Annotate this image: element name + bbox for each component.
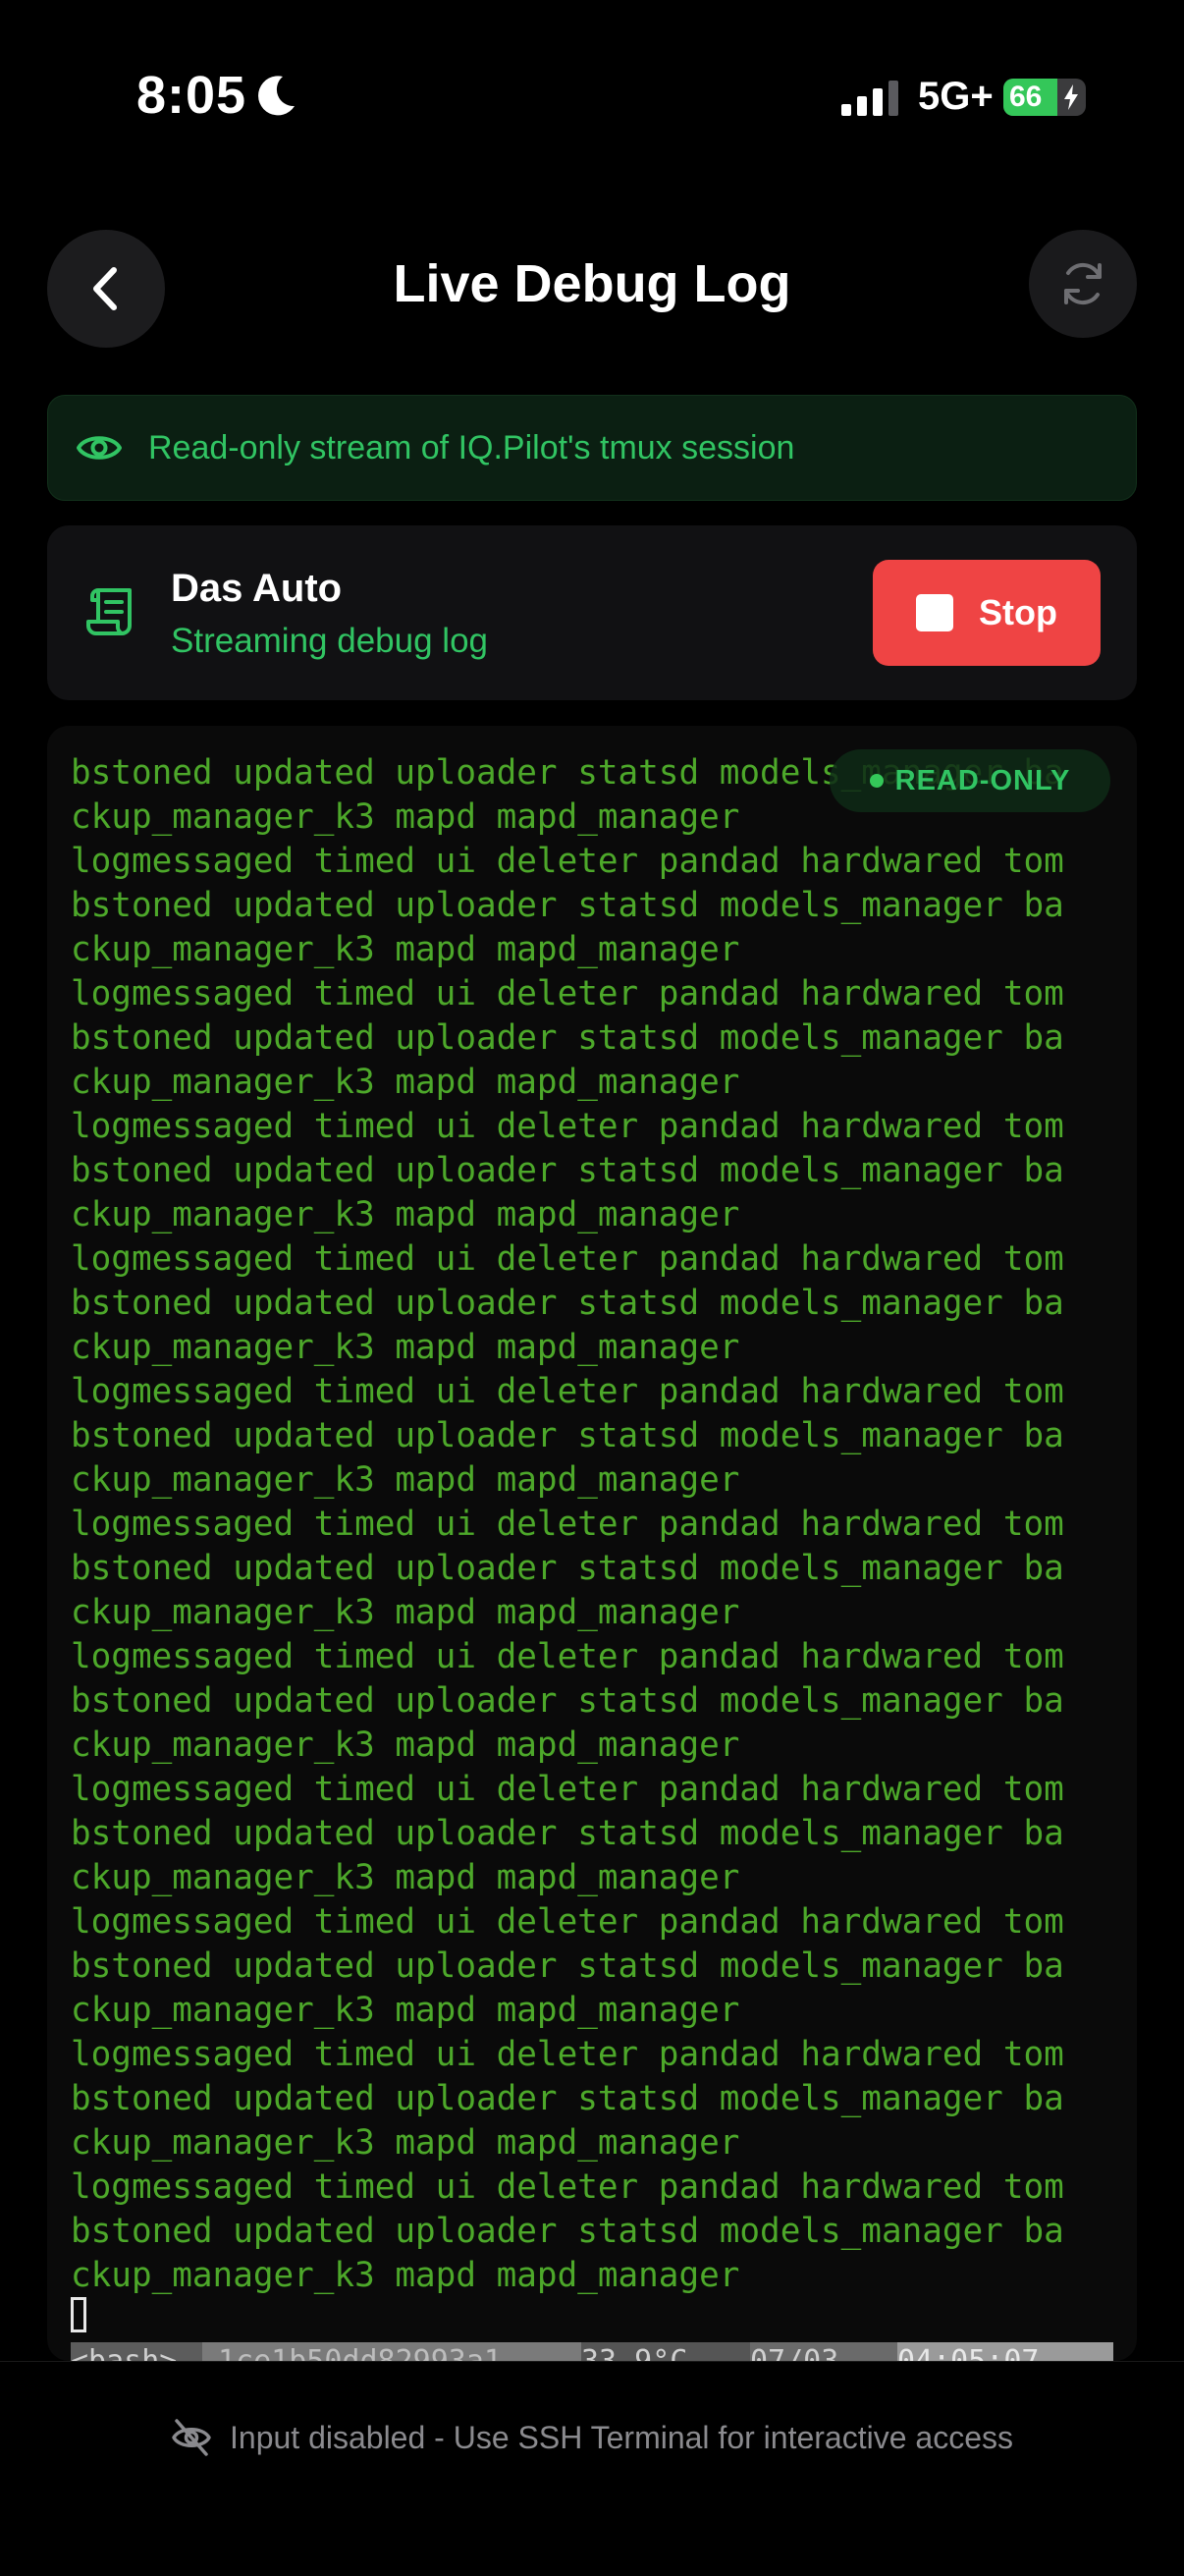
eye-off-icon	[172, 2419, 211, 2456]
page-title: Live Debug Log	[393, 254, 791, 313]
signal-icon	[841, 81, 898, 116]
terminal-output[interactable]: bstoned updated uploader statsd models_m…	[47, 726, 1137, 2361]
read-only-label: READ-ONLY	[894, 764, 1071, 796]
input-disabled-footer: Input disabled - Use SSH Terminal for in…	[0, 2361, 1184, 2576]
log-line: logmessaged timed ui deleter pandad hard…	[71, 1107, 1064, 1146]
tmux-session: <bash>	[71, 2342, 202, 2361]
read-only-badge: READ-ONLY	[830, 749, 1110, 812]
log-line: bstoned updated uploader statsd models_m…	[71, 2079, 1064, 2118]
log-line: logmessaged timed ui deleter pandad hard…	[71, 974, 1064, 1014]
tmux-temp: 33.9°C	[581, 2342, 750, 2361]
tmux-status-bar: <bash> 1ce1b50dd82993a1 33.9°C 07/03 04:…	[71, 2342, 1113, 2361]
charging-bolt-icon	[1064, 84, 1078, 110]
log-line: logmessaged timed ui deleter pandad hard…	[71, 1372, 1064, 1411]
log-line: bstoned updated uploader statsd models_m…	[71, 1946, 1064, 1986]
tmux-date: 07/03	[750, 2342, 897, 2361]
log-line: logmessaged timed ui deleter pandad hard…	[71, 1902, 1064, 1942]
terminal-cursor	[71, 2297, 86, 2332]
session-name: Das Auto	[171, 567, 343, 610]
log-line: bstoned updated uploader statsd models_m…	[71, 886, 1064, 925]
session-card: Das Auto Streaming debug log Stop	[47, 525, 1137, 700]
log-line: ckup_manager_k3 mapd mapd_manager	[71, 1063, 740, 1102]
log-line: logmessaged timed ui deleter pandad hard…	[71, 1239, 1064, 1279]
battery-nub	[1080, 90, 1085, 104]
live-dot	[869, 774, 884, 788]
eye-icon	[77, 436, 122, 460]
log-line: bstoned updated uploader statsd models_m…	[71, 1018, 1064, 1058]
stop-icon	[916, 594, 953, 631]
battery-icon: 66	[1003, 79, 1086, 116]
log-line: bstoned updated uploader statsd models_m…	[71, 1681, 1064, 1721]
log-line: ckup_manager_k3 mapd mapd_manager	[71, 2256, 740, 2295]
network-type: 5G+	[918, 75, 994, 118]
log-line: ckup_manager_k3 mapd mapd_manager	[71, 1328, 740, 1367]
log-line: bstoned updated uploader statsd models_m…	[71, 1284, 1064, 1323]
log-line: logmessaged timed ui deleter pandad hard…	[71, 1505, 1064, 1544]
log-line: logmessaged timed ui deleter pandad hard…	[71, 1770, 1064, 1809]
battery-percent: 66	[1009, 81, 1043, 113]
status-time: 8:05	[136, 66, 247, 125]
log-line: ckup_manager_k3 mapd mapd_manager	[71, 1858, 740, 1897]
log-line: ckup_manager_k3 mapd mapd_manager	[71, 1991, 740, 2030]
log-text: bstoned updated uploader statsd models_m…	[71, 751, 1113, 2298]
scroll-icon	[86, 588, 132, 635]
log-line: logmessaged timed ui deleter pandad hard…	[71, 2035, 1064, 2074]
moon-icon	[258, 76, 295, 116]
log-line: bstoned updated uploader statsd models_m…	[71, 2212, 1064, 2251]
log-line: ckup_manager_k3 mapd mapd_manager	[71, 1460, 740, 1500]
refresh-button[interactable]	[1029, 230, 1137, 338]
log-line: logmessaged timed ui deleter pandad hard…	[71, 842, 1064, 881]
log-line: ckup_manager_k3 mapd mapd_manager	[71, 2123, 740, 2163]
session-subtitle: Streaming debug log	[171, 622, 488, 660]
log-line: logmessaged timed ui deleter pandad hard…	[71, 1637, 1064, 1676]
stop-label: Stop	[979, 592, 1057, 632]
log-line: logmessaged timed ui deleter pandad hard…	[71, 2167, 1064, 2207]
banner-text: Read-only stream of IQ.Pilot's tmux sess…	[148, 429, 795, 466]
log-line: ckup_manager_k3 mapd mapd_manager	[71, 930, 740, 969]
footer-text: Input disabled - Use SSH Terminal for in…	[230, 2419, 1013, 2455]
log-line: bstoned updated uploader statsd models_m…	[71, 1814, 1064, 1853]
log-line: bstoned updated uploader statsd models_m…	[71, 1549, 1064, 1588]
log-line: ckup_manager_k3 mapd mapd_manager	[71, 1726, 740, 1765]
log-line: ckup_manager_k3 mapd mapd_manager	[71, 1593, 740, 1632]
refresh-icon	[1064, 262, 1102, 305]
log-line: bstoned updated uploader statsd models_m…	[71, 1416, 1064, 1455]
log-line: bstoned updated uploader statsd models_m…	[71, 1151, 1064, 1190]
read-only-banner: Read-only stream of IQ.Pilot's tmux sess…	[47, 395, 1137, 501]
stop-button[interactable]: Stop	[873, 560, 1101, 666]
log-line: ckup_manager_k3 mapd mapd_manager	[71, 1195, 740, 1234]
tmux-host: 1ce1b50dd82993a1	[218, 2342, 630, 2361]
tmux-time: 04:05:07	[897, 2342, 1113, 2361]
